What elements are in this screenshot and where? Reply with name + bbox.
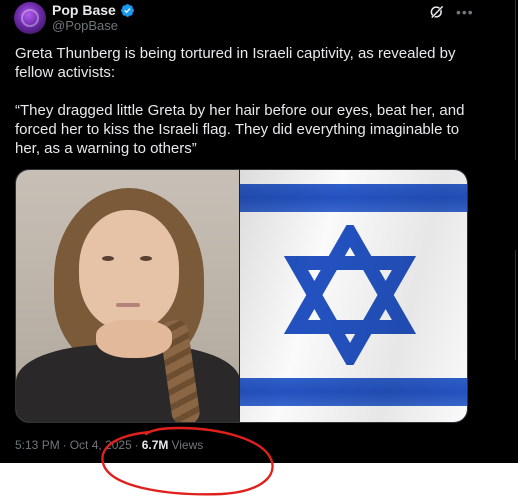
- post-date[interactable]: Oct 4, 2025: [70, 438, 132, 452]
- views-count[interactable]: 6.7M: [142, 438, 169, 452]
- author-display-name[interactable]: Pop Base: [52, 2, 116, 18]
- post-meta: 5:13 PM · Oct 4, 2025 · 6.7M Views: [15, 438, 203, 452]
- meta-separator: ·: [134, 438, 139, 452]
- verified-badge-icon: [120, 3, 134, 17]
- portrait-photo[interactable]: [16, 170, 240, 422]
- tweet-text: Greta Thunberg is being tortured in Isra…: [15, 45, 465, 157]
- more-options-icon[interactable]: •••: [456, 5, 474, 19]
- grok-icon[interactable]: [428, 3, 446, 21]
- media-grid[interactable]: [15, 169, 468, 423]
- right-column-edge: [508, 0, 518, 463]
- avatar[interactable]: [14, 2, 46, 34]
- post-time[interactable]: 5:13 PM: [15, 438, 60, 452]
- author-handle[interactable]: @PopBase: [52, 18, 118, 33]
- post-card[interactable]: Pop Base @PopBase ••• Greta Thunberg is …: [0, 0, 508, 463]
- views-label[interactable]: Views: [171, 438, 203, 452]
- author-name-row: Pop Base: [52, 2, 135, 18]
- meta-separator: ·: [62, 438, 67, 452]
- post-actions-top: •••: [428, 3, 474, 21]
- israeli-flag-photo[interactable]: [239, 170, 467, 422]
